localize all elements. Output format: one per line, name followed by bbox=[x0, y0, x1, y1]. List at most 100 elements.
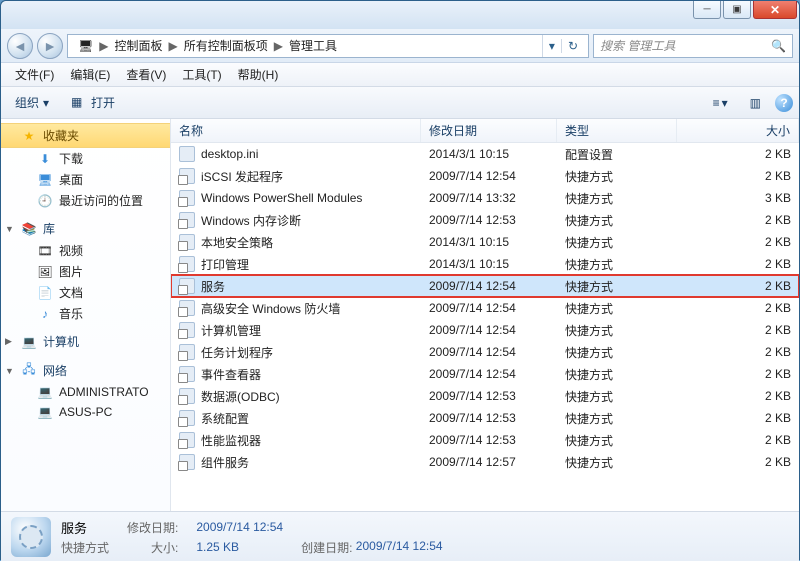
file-row[interactable]: iSCSI 发起程序2009/7/14 12:54快捷方式2 KB bbox=[171, 165, 799, 187]
forward-button[interactable]: ► bbox=[37, 33, 63, 59]
menu-edit[interactable]: 编辑(E) bbox=[62, 66, 118, 83]
file-type: 快捷方式 bbox=[557, 363, 677, 385]
file-row[interactable]: 本地安全策略2014/3/1 10:15快捷方式2 KB bbox=[171, 231, 799, 253]
view-mode-button[interactable]: ≡ ▾ bbox=[705, 93, 736, 113]
close-button[interactable]: ✕ bbox=[753, 1, 797, 19]
refresh-button[interactable]: ↻ bbox=[561, 39, 584, 53]
file-row[interactable]: 服务2009/7/14 12:54快捷方式2 KB bbox=[171, 275, 799, 297]
sidebar-item-music[interactable]: ♪音乐 bbox=[1, 303, 170, 324]
chevron-right-icon[interactable]: ▶ bbox=[168, 39, 177, 53]
file-icon bbox=[179, 322, 195, 338]
file-name: Windows PowerShell Modules bbox=[201, 191, 362, 205]
help-button[interactable]: ? bbox=[775, 94, 793, 112]
file-date: 2009/7/14 12:54 bbox=[421, 363, 557, 385]
file-icon bbox=[179, 410, 195, 426]
file-rows: desktop.ini2014/3/1 10:15配置设置2 KBiSCSI 发… bbox=[171, 143, 799, 473]
sidebar-item-videos[interactable]: 🎞视频 bbox=[1, 240, 170, 261]
back-button[interactable]: ◄ bbox=[7, 33, 33, 59]
minimize-button[interactable]: ─ bbox=[693, 1, 721, 19]
breadcrumb-item[interactable]: 所有控制面板项 bbox=[178, 35, 274, 57]
menu-help[interactable]: 帮助(H) bbox=[230, 66, 287, 83]
file-name: 事件查看器 bbox=[201, 366, 261, 383]
file-row[interactable]: 系统配置2009/7/14 12:53快捷方式2 KB bbox=[171, 407, 799, 429]
chevron-right-icon: ▶ bbox=[5, 336, 12, 347]
file-icon bbox=[179, 344, 195, 360]
maximize-button[interactable]: ▣ bbox=[723, 1, 751, 19]
file-name: 高级安全 Windows 防火墙 bbox=[201, 300, 340, 317]
sidebar-item-label: 最近访问的位置 bbox=[59, 192, 143, 209]
sidebar-head-computer[interactable]: ▶💻计算机 bbox=[1, 330, 170, 353]
preview-pane-button[interactable]: ▥ bbox=[742, 93, 769, 113]
sidebar-libraries: ▼📚库 🎞视频 🖼图片 📄文档 ♪音乐 bbox=[1, 217, 170, 324]
organize-button[interactable]: 组织 ▾ bbox=[7, 91, 57, 114]
file-icon bbox=[179, 168, 195, 184]
file-row[interactable]: 打印管理2014/3/1 10:15快捷方式2 KB bbox=[171, 253, 799, 275]
file-row[interactable]: 组件服务2009/7/14 12:57快捷方式2 KB bbox=[171, 451, 799, 473]
file-row[interactable]: Windows 内存诊断2009/7/14 12:53快捷方式2 KB bbox=[171, 209, 799, 231]
col-type[interactable]: 类型 bbox=[557, 119, 677, 142]
file-date: 2009/7/14 12:54 bbox=[421, 341, 557, 363]
menu-file[interactable]: 文件(F) bbox=[7, 66, 62, 83]
file-type: 快捷方式 bbox=[557, 385, 677, 407]
col-date[interactable]: 修改日期 bbox=[421, 119, 557, 142]
file-row[interactable]: Windows PowerShell Modules2009/7/14 13:3… bbox=[171, 187, 799, 209]
file-date: 2009/7/14 12:57 bbox=[421, 451, 557, 473]
titlebar[interactable]: ─ ▣ ✕ bbox=[1, 1, 799, 29]
sidebar-head-favorites[interactable]: ★ 收藏夹 bbox=[1, 123, 170, 148]
file-name: Windows 内存诊断 bbox=[201, 212, 301, 229]
sidebar-head-libraries[interactable]: ▼📚库 bbox=[1, 217, 170, 240]
file-type: 快捷方式 bbox=[557, 407, 677, 429]
sidebar-item-label: ASUS-PC bbox=[59, 405, 112, 419]
menu-view[interactable]: 查看(V) bbox=[118, 66, 174, 83]
menu-tools[interactable]: 工具(T) bbox=[174, 66, 229, 83]
sidebar-item-documents[interactable]: 📄文档 bbox=[1, 282, 170, 303]
file-type: 快捷方式 bbox=[557, 209, 677, 231]
file-row[interactable]: 任务计划程序2009/7/14 12:54快捷方式2 KB bbox=[171, 341, 799, 363]
file-row[interactable]: 事件查看器2009/7/14 12:54快捷方式2 KB bbox=[171, 363, 799, 385]
breadcrumb-dropdown[interactable]: ▾ bbox=[542, 35, 561, 57]
file-icon bbox=[179, 300, 195, 316]
sidebar-item-label: 图片 bbox=[59, 263, 83, 280]
file-type: 快捷方式 bbox=[557, 451, 677, 473]
details-mod-value: 2009/7/14 12:54 bbox=[196, 520, 283, 534]
file-icon bbox=[179, 388, 195, 404]
sidebar: ★ 收藏夹 ⬇下载 🖥桌面 🕘最近访问的位置 ▼📚库 🎞视频 🖼图片 📄文档 ♪… bbox=[1, 119, 171, 511]
sidebar-item-recent[interactable]: 🕘最近访问的位置 bbox=[1, 190, 170, 211]
breadcrumb-item[interactable]: 管理工具 bbox=[283, 35, 343, 57]
file-row[interactable]: 性能监视器2009/7/14 12:53快捷方式2 KB bbox=[171, 429, 799, 451]
search-input[interactable]: 搜索 管理工具 🔍 bbox=[593, 34, 793, 58]
file-size: 2 KB bbox=[677, 429, 799, 451]
breadcrumb-root-icon[interactable]: 🖥 bbox=[72, 35, 99, 57]
menubar: 文件(F) 编辑(E) 查看(V) 工具(T) 帮助(H) bbox=[1, 63, 799, 87]
sidebar-item-pc[interactable]: 💻ASUS-PC bbox=[1, 402, 170, 422]
chevron-right-icon[interactable]: ▶ bbox=[99, 39, 108, 53]
open-label: 打开 bbox=[91, 94, 115, 111]
file-name: 性能监视器 bbox=[201, 432, 261, 449]
file-row[interactable]: 数据源(ODBC)2009/7/14 12:53快捷方式2 KB bbox=[171, 385, 799, 407]
file-icon bbox=[179, 256, 195, 272]
sidebar-item-downloads[interactable]: ⬇下载 bbox=[1, 148, 170, 169]
breadcrumb-item[interactable]: 控制面板 bbox=[108, 35, 168, 57]
sidebar-item-pictures[interactable]: 🖼图片 bbox=[1, 261, 170, 282]
file-size: 3 KB bbox=[677, 187, 799, 209]
sidebar-head-network[interactable]: ▼🖧网络 bbox=[1, 359, 170, 382]
details-subtitle: 快捷方式 bbox=[61, 539, 109, 556]
open-icon: ▦ bbox=[71, 95, 87, 111]
file-icon bbox=[179, 278, 195, 294]
services-icon bbox=[11, 517, 51, 557]
col-size[interactable]: 大小 bbox=[677, 119, 799, 142]
search-icon[interactable]: 🔍 bbox=[771, 39, 786, 53]
open-button[interactable]: ▦ 打开 bbox=[63, 91, 123, 114]
file-row[interactable]: 计算机管理2009/7/14 12:54快捷方式2 KB bbox=[171, 319, 799, 341]
col-name[interactable]: 名称 bbox=[171, 119, 421, 142]
address-row: ◄ ► 🖥 ▶ 控制面板 ▶ 所有控制面板项 ▶ 管理工具 ▾ ↻ 搜索 管理工… bbox=[1, 29, 799, 63]
file-name: 本地安全策略 bbox=[201, 234, 273, 251]
sidebar-item-desktop[interactable]: 🖥桌面 bbox=[1, 169, 170, 190]
sidebar-item-pc[interactable]: 💻ADMINISTRATO bbox=[1, 382, 170, 402]
file-row[interactable]: 高级安全 Windows 防火墙2009/7/14 12:54快捷方式2 KB bbox=[171, 297, 799, 319]
chevron-down-icon: ▼ bbox=[5, 224, 14, 234]
file-size: 2 KB bbox=[677, 165, 799, 187]
breadcrumb[interactable]: 🖥 ▶ 控制面板 ▶ 所有控制面板项 ▶ 管理工具 ▾ ↻ bbox=[67, 34, 589, 58]
file-row[interactable]: desktop.ini2014/3/1 10:15配置设置2 KB bbox=[171, 143, 799, 165]
chevron-right-icon[interactable]: ▶ bbox=[274, 39, 283, 53]
